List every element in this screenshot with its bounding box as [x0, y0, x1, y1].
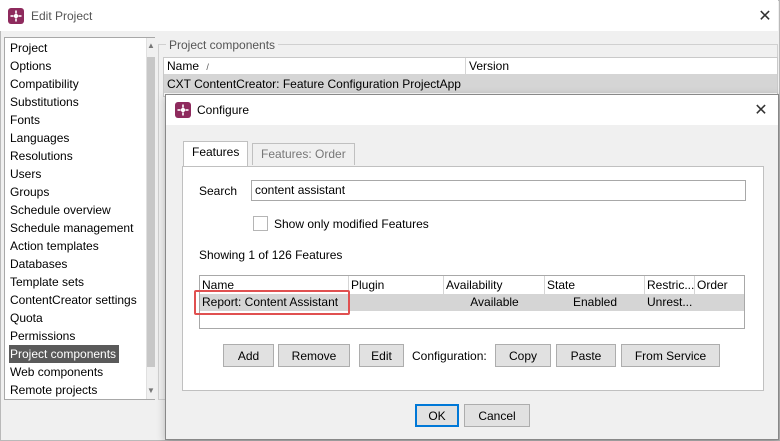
feature-restriction-cell: Unrest...	[647, 295, 693, 309]
sidebar-item-project[interactable]: Project	[9, 39, 50, 57]
sidebar-item-remote-projects[interactable]: Remote projects	[9, 381, 100, 399]
feature-plugin-cell	[349, 294, 444, 311]
paste-button[interactable]: Paste	[556, 344, 616, 367]
sidebar-item-languages[interactable]: Languages	[9, 129, 72, 147]
settings-category-list[interactable]: Project Options Compatibility Substituti…	[4, 37, 155, 400]
dialog-title: Configure	[197, 103, 250, 117]
component-version-cell	[466, 75, 766, 93]
column-name-label: Name	[167, 59, 200, 73]
sidebar-item-databases[interactable]: Databases	[9, 255, 70, 273]
copy-button[interactable]: Copy	[495, 344, 551, 367]
sidebar-item-users[interactable]: Users	[9, 165, 44, 183]
ok-button[interactable]: OK	[415, 404, 459, 427]
sidebar-item-contentcreator-settings[interactable]: ContentCreator settings	[9, 291, 140, 309]
component-name-cell: CXT ContentCreator: Feature Configuratio…	[167, 77, 461, 91]
configure-dialog: Configure ✕ Features Features: Order Sea…	[165, 94, 779, 440]
column-header-state[interactable]: State	[545, 276, 645, 294]
table-header: Name / Version	[164, 58, 777, 75]
sidebar-item-project-components[interactable]: Project components	[9, 345, 120, 363]
sidebar-item-permissions[interactable]: Permissions	[9, 327, 78, 345]
highlight-annotation-box	[194, 290, 350, 315]
sidebar-item-substitutions[interactable]: Substitutions	[9, 93, 82, 111]
sidebar-item-fonts[interactable]: Fonts	[9, 111, 43, 129]
sidebar-scrollbar-thumb[interactable]	[147, 57, 155, 367]
show-modified-checkbox[interactable]	[253, 216, 268, 231]
add-button[interactable]: Add	[223, 344, 274, 367]
title-bar	[0, 0, 778, 31]
sidebar-item-groups[interactable]: Groups	[9, 183, 52, 201]
sidebar-item-options[interactable]: Options	[9, 57, 54, 75]
column-header-version[interactable]: Version	[466, 58, 766, 75]
scroll-up-icon[interactable]: ▲	[147, 40, 155, 52]
column-header-restriction[interactable]: Restric...	[645, 276, 695, 294]
column-header-availability[interactable]: Availability	[444, 276, 545, 294]
tab-features-order[interactable]: Features: Order	[252, 143, 355, 165]
window-close-icon[interactable]: ✕	[755, 6, 775, 26]
remove-button[interactable]: Remove	[278, 344, 350, 367]
app-logo-icon	[8, 8, 24, 24]
scroll-down-icon[interactable]: ▼	[147, 385, 155, 397]
feature-order-cell	[695, 294, 745, 311]
sidebar-item-action-templates[interactable]: Action templates	[9, 237, 102, 255]
sidebar-item-schedule-overview[interactable]: Schedule overview	[9, 201, 114, 219]
feature-count-text: Showing 1 of 126 Features	[199, 248, 343, 262]
project-components-legend: Project components	[166, 38, 279, 52]
dialog-title-bar	[166, 95, 778, 125]
edit-button[interactable]: Edit	[359, 344, 404, 367]
table-row[interactable]: CXT ContentCreator: Feature Configuratio…	[164, 75, 777, 93]
cancel-button[interactable]: Cancel	[464, 404, 530, 427]
window-title: Edit Project	[31, 9, 93, 23]
sidebar-item-compatibility[interactable]: Compatibility	[9, 75, 82, 93]
feature-state-cell: Enabled	[572, 295, 618, 309]
project-components-table[interactable]: Name / Version CXT ContentCreator: Featu…	[163, 57, 778, 97]
column-header-order[interactable]: Order	[695, 276, 745, 294]
tab-features[interactable]: Features	[183, 141, 249, 166]
feature-availability-cell: Available	[470, 295, 519, 309]
column-header-plugin[interactable]: Plugin	[349, 276, 444, 294]
dialog-app-logo-icon	[175, 102, 191, 118]
sidebar-item-quota[interactable]: Quota	[9, 309, 46, 327]
sidebar-item-web-components[interactable]: Web components	[9, 363, 106, 381]
configuration-label: Configuration:	[412, 349, 487, 363]
sidebar-item-template-sets[interactable]: Template sets	[9, 273, 87, 291]
show-modified-label: Show only modified Features	[274, 217, 429, 231]
search-label: Search	[199, 184, 238, 198]
from-service-button[interactable]: From Service	[621, 344, 720, 367]
sidebar-item-resolutions[interactable]: Resolutions	[9, 147, 76, 165]
sort-ascending-icon: /	[206, 62, 209, 72]
sidebar-item-schedule-management[interactable]: Schedule management	[9, 219, 136, 237]
dialog-close-icon[interactable]: ✕	[751, 100, 771, 120]
search-input[interactable]: content assistant	[251, 180, 746, 201]
column-header-name[interactable]: Name /	[164, 58, 466, 75]
